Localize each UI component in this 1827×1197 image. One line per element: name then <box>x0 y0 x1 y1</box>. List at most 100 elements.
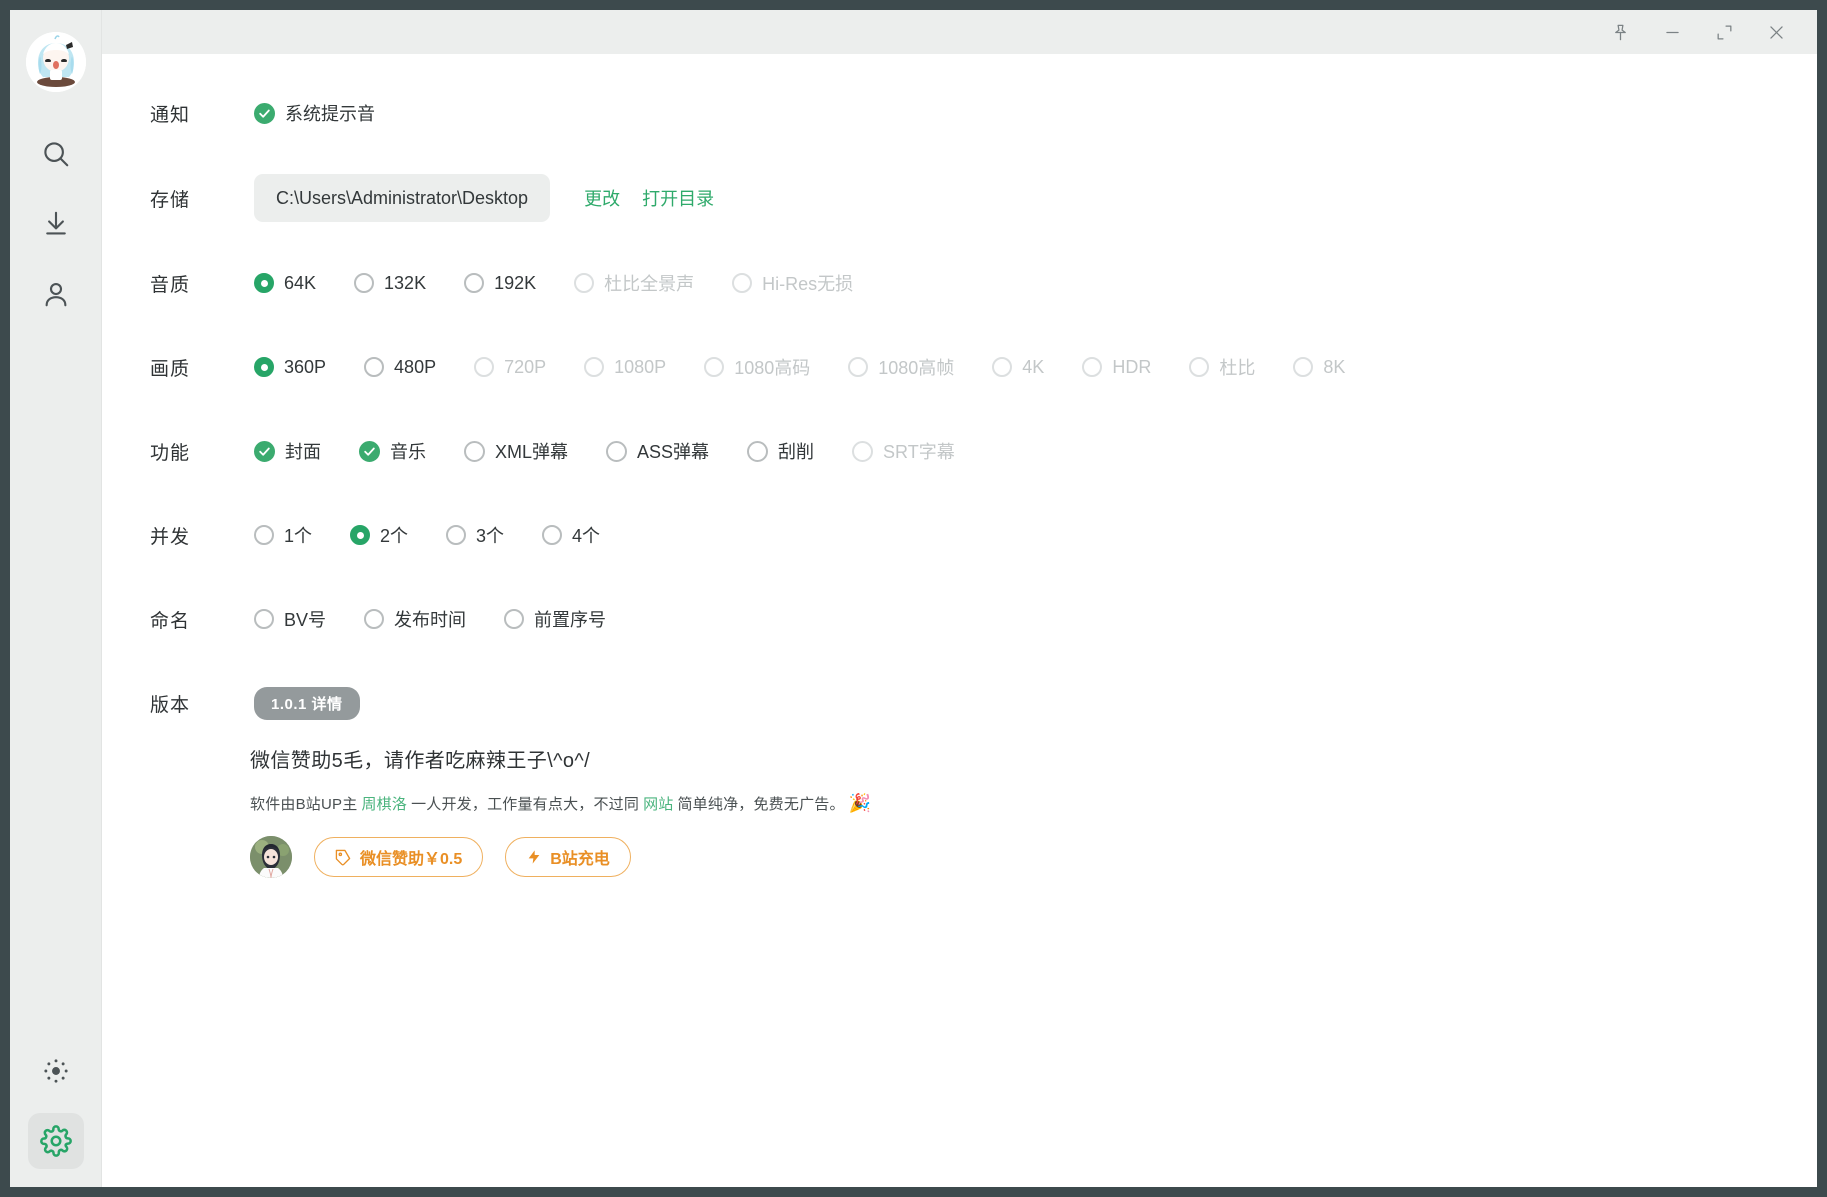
donate-headline: 微信赞助5毛，请作者吃麻辣王子\^o^/ <box>250 750 591 772</box>
radio-option[interactable]: 发布时间 <box>364 606 466 632</box>
close-button[interactable] <box>1753 14 1799 50</box>
sidebar-item-settings[interactable] <box>27 1113 84 1169</box>
checkbox-option: SRT字幕 <box>852 438 955 464</box>
radio-icon <box>364 609 385 629</box>
radio-option[interactable]: 132K <box>354 273 426 294</box>
maximize-icon <box>1715 23 1734 42</box>
radio-option[interactable]: 3个 <box>446 522 504 548</box>
radio-label: 1080P <box>614 356 667 377</box>
radio-label: 1080高帧 <box>878 358 955 378</box>
radio-label: 480P <box>394 356 437 377</box>
radio-label: 杜比全景声 <box>604 274 695 294</box>
sidebar <box>10 10 102 1187</box>
settings-content: 通知 系统提示音 存储 C:\Users\Administrator\Deskt… <box>102 54 1817 1187</box>
audio-quality-options: 64K 132K 192K 杜比全景声 Hi-Res无损 <box>254 270 853 296</box>
sidebar-bottom <box>10 1043 101 1169</box>
sidebar-item-theme[interactable] <box>28 1043 84 1099</box>
lightning-icon <box>526 849 542 865</box>
radio-icon <box>254 273 274 293</box>
radio-option[interactable]: 前置序号 <box>504 606 606 632</box>
desc-part-3: 简单纯净，免费无广告。 <box>677 796 845 813</box>
radio-option: 1080P <box>584 357 666 378</box>
radio-option: 8K <box>1293 357 1345 378</box>
radio-icon <box>364 357 385 377</box>
sidebar-item-search[interactable] <box>28 126 84 182</box>
radio-label: BV号 <box>284 610 327 630</box>
radio-option[interactable]: 64K <box>254 273 316 294</box>
sidebar-item-download[interactable] <box>28 196 84 252</box>
radio-label: 2个 <box>380 526 409 546</box>
donate-description: 软件由B站UP主 周棋洛 一人开发，工作量有点大，不过同 网站 简单纯净，免费无… <box>102 793 1817 814</box>
storage-path-field[interactable]: C:\Users\Administrator\Desktop <box>254 174 551 222</box>
avatar[interactable] <box>25 32 86 92</box>
label-video-quality: 画质 <box>150 358 191 380</box>
radio-option[interactable]: 1个 <box>254 522 312 548</box>
radio-icon <box>254 609 274 629</box>
row-notification: 通知 系统提示音 <box>102 90 1817 136</box>
pin-button[interactable] <box>1597 14 1643 50</box>
checkbox-option[interactable]: XML弹幕 <box>464 438 568 464</box>
notification-options: 系统提示音 <box>254 100 375 126</box>
checkbox-system-sound[interactable]: 系统提示音 <box>254 100 375 126</box>
pin-icon <box>1611 23 1630 42</box>
checkbox-option[interactable]: 音乐 <box>359 438 426 464</box>
radio-icon <box>732 273 753 293</box>
radio-option[interactable]: 360P <box>254 357 326 378</box>
change-path-link[interactable]: 更改 <box>584 185 620 211</box>
label-audio-quality: 音质 <box>150 274 191 296</box>
sidebar-item-user[interactable] <box>28 266 84 322</box>
radio-icon <box>542 525 563 545</box>
checkbox-option[interactable]: ASS弹幕 <box>606 438 709 464</box>
checkbox-option[interactable]: 刮削 <box>747 438 814 464</box>
radio-label: 1080高码 <box>734 358 811 378</box>
radio-option[interactable]: BV号 <box>254 606 326 632</box>
radio-label: 64K <box>284 272 317 293</box>
checkbox-icon <box>359 440 380 462</box>
author-avatar[interactable] <box>250 836 292 878</box>
version-badge[interactable]: 1.0.1 详情 <box>254 686 360 720</box>
party-popper-icon: 🎉 <box>848 793 872 813</box>
minimize-icon <box>1663 23 1682 42</box>
radio-icon <box>254 525 274 545</box>
radio-option: 1080高码 <box>704 354 810 380</box>
app-window: 通知 系统提示音 存储 C:\Users\Administrator\Deskt… <box>10 10 1817 1187</box>
download-icon <box>41 209 71 239</box>
row-concurrency: 并发 1个 2个 3个 4个 <box>102 512 1817 558</box>
wechat-donate-button[interactable]: 微信赞助￥0.5 <box>314 837 484 877</box>
radio-label: 4个 <box>572 526 601 546</box>
radio-option[interactable]: 4个 <box>542 522 600 548</box>
author-link[interactable]: 周棋洛 <box>361 793 407 814</box>
website-link[interactable]: 网站 <box>643 793 673 814</box>
checkbox-icon <box>606 440 628 462</box>
brightness-icon <box>42 1057 70 1085</box>
radio-icon <box>504 609 525 629</box>
radio-icon <box>704 357 725 377</box>
checkbox-label: XML弹幕 <box>495 442 569 462</box>
checkbox-option[interactable]: 封面 <box>254 438 321 464</box>
gear-icon <box>39 1125 72 1157</box>
radio-icon <box>254 357 274 377</box>
radio-icon <box>350 525 371 545</box>
main-panel: 通知 系统提示音 存储 C:\Users\Administrator\Deskt… <box>102 10 1817 1187</box>
radio-option: 4K <box>992 357 1044 378</box>
radio-option[interactable]: 192K <box>464 273 536 294</box>
desc-part-1: 软件由B站UP主 <box>250 796 358 813</box>
radio-icon <box>992 357 1013 377</box>
row-naming: 命名 BV号 发布时间 前置序号 <box>102 596 1817 642</box>
video-quality-options: 360P 480P 720P 1080P 1080高码 1080高帧 4K HDR 杜比 8K <box>254 354 1345 380</box>
row-version: 版本 1.0.1 详情 <box>102 680 1817 726</box>
radio-option: 1080高帧 <box>848 354 954 380</box>
radio-option[interactable]: 480P <box>364 357 436 378</box>
radio-label: 1个 <box>284 526 313 546</box>
wechat-donate-label: 微信赞助￥0.5 <box>360 851 463 868</box>
maximize-button[interactable] <box>1701 14 1747 50</box>
radio-option[interactable]: 2个 <box>350 522 408 548</box>
bili-charge-button[interactable]: B站充电 <box>505 837 631 877</box>
label-features: 功能 <box>150 442 191 464</box>
label-storage: 存储 <box>150 189 191 211</box>
search-icon <box>41 139 71 169</box>
feature-options: 封面 音乐 XML弹幕 ASS弹幕 刮削 SRT字幕 <box>254 438 955 464</box>
radio-label: 杜比 <box>1219 358 1256 378</box>
minimize-button[interactable] <box>1649 14 1695 50</box>
open-directory-link[interactable]: 打开目录 <box>642 185 714 211</box>
